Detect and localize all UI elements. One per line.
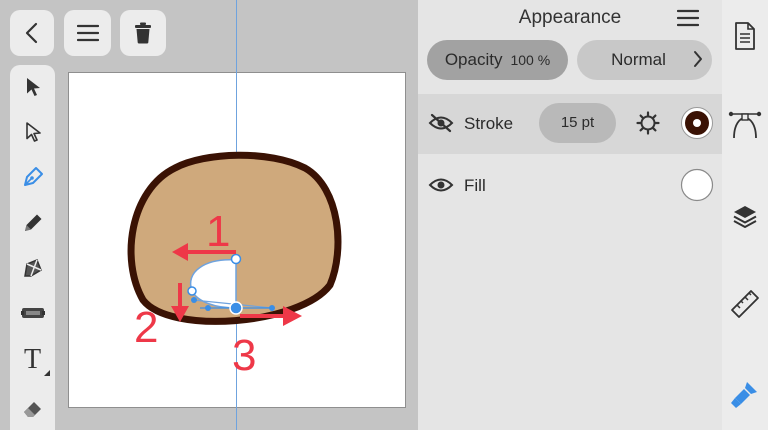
path-button[interactable]	[722, 106, 768, 142]
appearance-button[interactable]	[722, 376, 768, 412]
right-sidebar	[722, 0, 768, 430]
anchor-point[interactable]	[230, 253, 242, 265]
path-anchor-icon	[728, 111, 762, 139]
annotation-number-2: 2	[134, 303, 159, 352]
anchor-point[interactable]	[187, 286, 197, 296]
annotation-number-3: 3	[232, 331, 257, 380]
document-button[interactable]	[722, 18, 768, 54]
ruler-icon	[731, 290, 759, 318]
stroke-color-swatch[interactable]	[680, 106, 714, 140]
fill-color-swatch[interactable]	[680, 168, 714, 202]
fill-row[interactable]: Fill	[418, 156, 722, 214]
chevron-right-icon	[694, 51, 702, 67]
blend-mode-button[interactable]: Normal	[577, 40, 712, 80]
appearance-panel: Appearance Opacity 100 % Normal Stroke 1…	[418, 0, 722, 430]
layers-button[interactable]	[722, 198, 768, 234]
appearance-brush-icon	[731, 382, 757, 408]
stroke-size-button[interactable]: 15 pt	[539, 103, 616, 143]
eye-icon[interactable]	[428, 175, 454, 195]
fill-label: Fill	[464, 176, 486, 195]
opacity-label: Opacity	[444, 50, 503, 69]
handle-point[interactable]	[205, 305, 211, 311]
opacity-value: 100 %	[510, 52, 551, 68]
handle-point[interactable]	[269, 305, 275, 311]
stroke-row[interactable]: Stroke 15 pt	[418, 94, 722, 154]
selected-anchor-point[interactable]	[229, 301, 243, 315]
annotation-number-1: 1	[206, 207, 231, 256]
handle-point[interactable]	[191, 297, 197, 303]
blend-mode-label: Normal	[611, 50, 666, 69]
document-icon	[735, 22, 755, 50]
gear-icon[interactable]	[636, 111, 660, 135]
layers-icon	[733, 206, 757, 228]
panel-menu-icon[interactable]	[677, 8, 699, 28]
measure-button[interactable]	[722, 286, 768, 322]
opacity-button[interactable]: Opacity 100 %	[427, 40, 568, 80]
eye-hidden-icon[interactable]	[428, 113, 454, 133]
stroke-label: Stroke	[464, 114, 514, 133]
